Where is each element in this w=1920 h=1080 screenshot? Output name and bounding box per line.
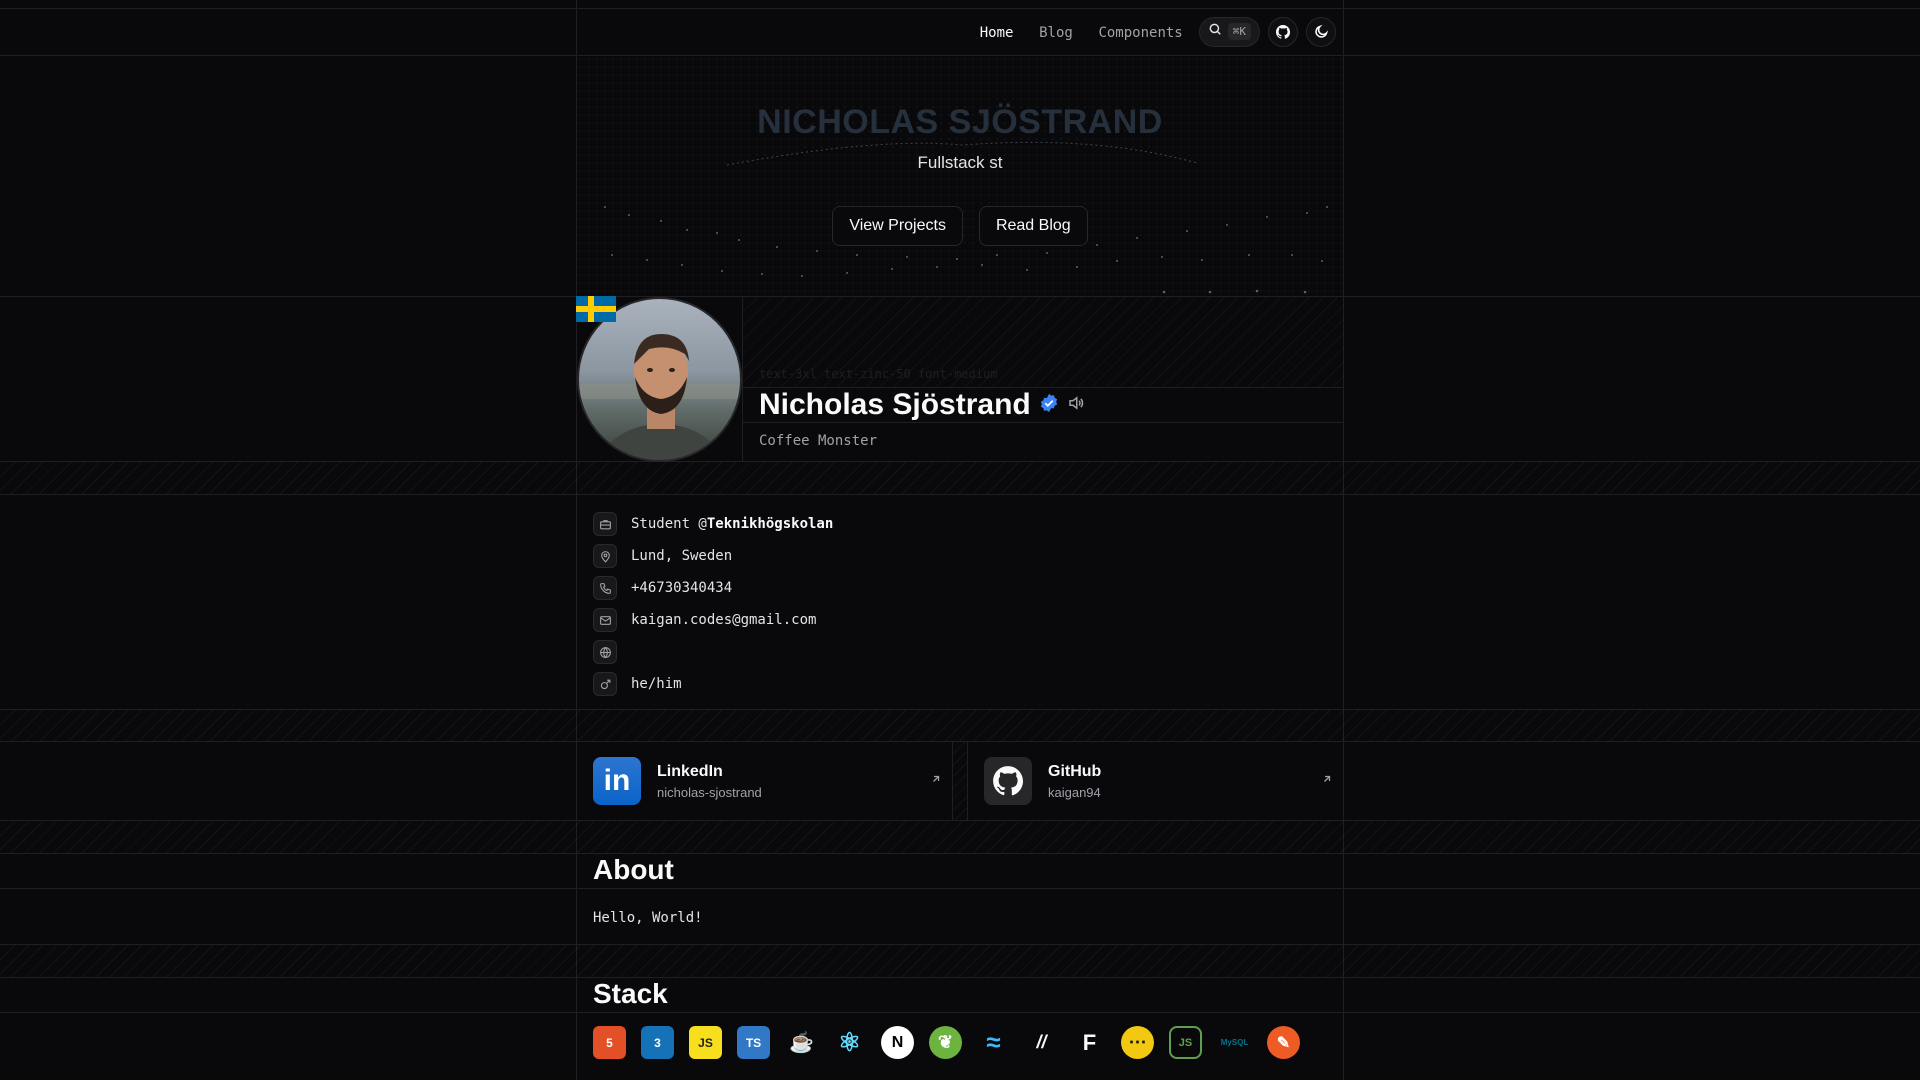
- javascript-icon[interactable]: JS: [689, 1026, 722, 1059]
- java-icon[interactable]: ☕: [785, 1026, 818, 1059]
- github-icon: [984, 757, 1032, 805]
- postman-icon[interactable]: ✎: [1267, 1026, 1300, 1059]
- phone-link[interactable]: +46730340434: [631, 580, 732, 596]
- profile-header: text-3xl text-zinc-50 font-medium Nichol…: [742, 297, 1344, 461]
- github-button[interactable]: [1268, 16, 1298, 47]
- location-text: Lund, Sweden: [631, 548, 733, 564]
- profile-name: Nicholas Sjöstrand: [759, 388, 1031, 421]
- react-icon[interactable]: ⚛: [833, 1026, 866, 1059]
- sweden-flag: [576, 296, 616, 322]
- pronouns-text: he/him: [631, 676, 682, 692]
- divider: [0, 888, 1920, 889]
- stack-icons: 5 3 JS TS ☕ ⚛ N ❦ ≈ // F ⋯ JS MySQL ✎: [593, 1026, 1300, 1059]
- html5-icon[interactable]: 5: [593, 1026, 626, 1059]
- nav-blog[interactable]: Blog: [1039, 25, 1073, 41]
- arrow-up-right-icon: [1321, 772, 1333, 790]
- linkedin-handle: nicholas-sjostrand: [657, 784, 762, 800]
- work-org-link[interactable]: Teknikhögskolan: [707, 516, 833, 532]
- mysql-icon[interactable]: MySQL: [1217, 1026, 1252, 1059]
- linkedin-card[interactable]: in LinkedIn nicholas-sjostrand: [577, 742, 952, 820]
- linkedin-title: LinkedIn: [657, 762, 723, 780]
- about-text: Hello, World!: [593, 910, 703, 926]
- hero-section: NICHOLAS SJÖSTRAND Fullstack st View Pro…: [577, 55, 1343, 295]
- phone-icon: [593, 576, 617, 600]
- info-location: Lund, Sweden: [593, 540, 833, 572]
- avatar-portrait: [579, 334, 740, 460]
- swagger-icon[interactable]: ⋯: [1121, 1026, 1154, 1059]
- search-button[interactable]: ⌘K: [1198, 16, 1260, 47]
- page: Home Blog Components ⌘K NICHOLAS SJÖSTRA…: [0, 0, 1920, 1080]
- info-phone: +46730340434: [593, 572, 833, 604]
- figma-icon[interactable]: F: [1073, 1026, 1106, 1059]
- github-handle: kaigan94: [1048, 784, 1101, 800]
- search-shortcut: ⌘K: [1227, 23, 1251, 40]
- hatch-band: [0, 944, 1920, 978]
- nav-components[interactable]: Components: [1098, 25, 1182, 41]
- linkedin-icon: in: [593, 757, 641, 805]
- about-heading: About: [593, 854, 674, 885]
- info-pronouns: he/him: [593, 668, 833, 700]
- hero-subtitle: Fullstack st: [917, 153, 1003, 172]
- read-blog-button[interactable]: Read Blog: [978, 206, 1088, 246]
- nodejs-icon[interactable]: JS: [1169, 1026, 1202, 1059]
- work-prefix: Student @: [631, 516, 707, 532]
- divider: [0, 1012, 1920, 1013]
- spring-icon[interactable]: ❦: [929, 1026, 962, 1059]
- profile-info: Student @Teknikhögskolan Lund, Sweden +4…: [593, 508, 833, 700]
- mars-icon: [593, 672, 617, 696]
- hero-title: NICHOLAS SJÖSTRAND: [757, 103, 1163, 141]
- github-card[interactable]: GitHub kaigan94: [968, 742, 1343, 820]
- hatch-band: [0, 820, 1920, 854]
- site-header: Home Blog Components ⌘K: [576, 8, 1344, 55]
- mail-icon: [593, 608, 617, 632]
- moon-icon: [1314, 24, 1328, 38]
- hatch-band: [0, 461, 1920, 495]
- social-links: in LinkedIn nicholas-sjostrand GitHub ka…: [577, 742, 1343, 820]
- github-title: GitHub: [1048, 762, 1102, 780]
- profile-tagline: Coffee Monster: [759, 433, 878, 449]
- briefcase-icon: [593, 512, 617, 536]
- hero-particles: [604, 141, 1328, 294]
- speaker-icon[interactable]: [1067, 394, 1085, 417]
- shadcn-icon[interactable]: //: [1025, 1026, 1058, 1059]
- email-link[interactable]: kaigan.codes@gmail.com: [631, 612, 816, 628]
- nav-home[interactable]: Home: [980, 25, 1014, 41]
- theme-toggle-button[interactable]: [1306, 16, 1336, 47]
- name-row: Nicholas Sjöstrand: [743, 387, 1344, 423]
- verified-icon: [1039, 393, 1059, 418]
- globe-icon: [593, 640, 617, 664]
- map-pin-icon: [593, 544, 617, 568]
- github-icon: [1276, 24, 1291, 39]
- main-nav: Home Blog Components: [964, 22, 1183, 41]
- info-website: [593, 636, 833, 668]
- card-gap: [952, 742, 968, 820]
- search-icon: [1208, 22, 1222, 41]
- hatch-band: [0, 709, 1920, 742]
- info-work: Student @Teknikhögskolan: [593, 508, 833, 540]
- info-email: kaigan.codes@gmail.com: [593, 604, 833, 636]
- placeholder-text: text-3xl text-zinc-50 font-medium: [759, 367, 998, 381]
- stack-heading: Stack: [593, 978, 668, 1009]
- nextjs-icon[interactable]: N: [881, 1026, 914, 1059]
- arrow-up-right-icon: [930, 772, 942, 790]
- tailwindcss-icon[interactable]: ≈: [977, 1026, 1010, 1059]
- css3-icon[interactable]: 3: [641, 1026, 674, 1059]
- hero-actions: View Projects Read Blog: [577, 206, 1343, 246]
- typescript-icon[interactable]: TS: [737, 1026, 770, 1059]
- view-projects-button[interactable]: View Projects: [832, 206, 963, 246]
